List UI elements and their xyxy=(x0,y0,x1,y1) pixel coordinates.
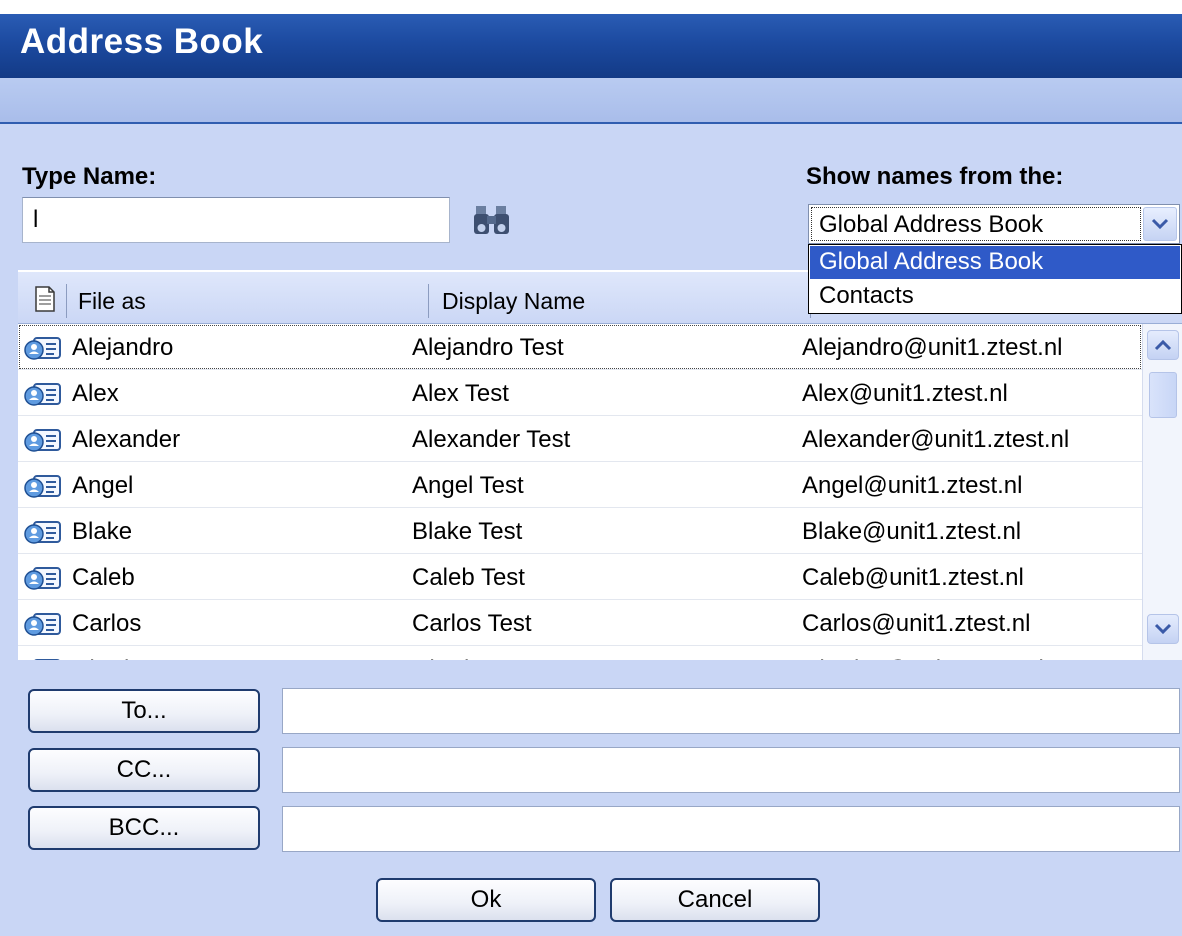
address-source-select[interactable]: Global Address Book xyxy=(808,204,1180,244)
cancel-button[interactable]: Cancel xyxy=(610,878,820,922)
dropdown-option-global-address-book[interactable]: Global Address Book xyxy=(810,246,1180,279)
ok-button[interactable]: Ok xyxy=(376,878,596,922)
cell-file-as: Caleb xyxy=(72,564,135,591)
cell-display-name: Angel Test xyxy=(412,472,524,499)
toolbar-band xyxy=(0,78,1182,124)
table-row[interactable]: Carlos Carlos Test Carlos@unit1.ztest.nl xyxy=(18,600,1142,646)
select-value: Global Address Book xyxy=(819,211,1044,238)
cell-email: Alexander@unit1.ztest.nl xyxy=(802,426,1070,453)
cell-email: Alex@unit1.ztest.nl xyxy=(802,380,1008,407)
table-row[interactable]: Caleb Caleb Test Caleb@unit1.ztest.nl xyxy=(18,554,1142,600)
cell-email: Caleb@unit1.ztest.nl xyxy=(802,564,1024,591)
top-strip xyxy=(0,0,1182,14)
type-name-input[interactable] xyxy=(22,197,450,243)
cell-file-as: Charles xyxy=(72,656,155,660)
cell-display-name: Alejandro Test xyxy=(412,334,564,361)
contact-card-icon xyxy=(24,332,64,364)
contact-card-icon xyxy=(24,470,64,502)
cell-display-name: Alex Test xyxy=(412,380,509,407)
type-name-label: Type Name: xyxy=(22,163,157,190)
cell-display-name: Alexander Test xyxy=(412,426,571,453)
contact-card-icon xyxy=(24,516,64,548)
table-row[interactable]: Alex Alex Test Alex@unit1.ztest.nl xyxy=(18,370,1142,416)
cc-field[interactable] xyxy=(282,747,1180,793)
title-bar: Address Book xyxy=(0,14,1182,78)
cell-file-as: Carlos xyxy=(72,610,142,637)
table-row[interactable]: Angel Angel Test Angel@unit1.ztest.nl xyxy=(18,462,1142,508)
contact-card-icon xyxy=(24,424,64,456)
cell-email: Angel@unit1.ztest.nl xyxy=(802,472,1023,499)
cell-file-as: Alexander xyxy=(72,426,181,453)
bcc-field[interactable] xyxy=(282,806,1180,852)
cell-file-as: Angel xyxy=(72,472,134,499)
scroll-thumb[interactable] xyxy=(1149,372,1177,418)
column-separator[interactable] xyxy=(428,284,429,318)
chevron-down-icon[interactable] xyxy=(1147,614,1179,644)
cell-display-name: Blake Test xyxy=(412,518,523,545)
cell-file-as: Alejandro xyxy=(72,334,174,361)
dropdown-option-contacts[interactable]: Contacts xyxy=(810,280,1180,313)
contact-card-icon xyxy=(24,378,64,410)
cell-email: Charles@unit1.ztest.nl xyxy=(802,656,1044,660)
chevron-down-icon[interactable] xyxy=(1143,207,1177,241)
to-button[interactable]: To... xyxy=(28,689,260,733)
table-row[interactable]: Alejandro Alejandro Test Alejandro@unit1.z… xyxy=(18,324,1142,370)
table-row[interactable]: Alexander Alexander Test Alexander@unit1.z… xyxy=(18,416,1142,462)
contact-card-icon xyxy=(24,562,64,594)
cell-file-as: Blake xyxy=(72,518,133,545)
show-names-label: Show names from the: xyxy=(806,163,1064,190)
vertical-scrollbar[interactable] xyxy=(1142,324,1182,660)
to-field[interactable] xyxy=(282,688,1180,734)
document-icon xyxy=(35,286,55,312)
cell-email: Blake@unit1.ztest.nl xyxy=(802,518,1022,545)
cell-display-name: Charles Test xyxy=(412,656,545,660)
cell-display-name: Carlos Test xyxy=(412,610,532,637)
bcc-button[interactable]: BCC... xyxy=(28,806,260,850)
column-separator[interactable] xyxy=(66,284,67,318)
chevron-up-icon[interactable] xyxy=(1147,330,1179,360)
table-row[interactable]: Blake Blake Test Blake@unit1.ztest.nl xyxy=(18,508,1142,554)
contact-card-icon xyxy=(24,608,64,640)
cell-email: Alejandro@unit1.ztest.nl xyxy=(802,334,1063,361)
cell-file-as: Alex xyxy=(72,380,119,407)
contact-card-icon xyxy=(24,654,64,660)
cell-email: Carlos@unit1.ztest.nl xyxy=(802,610,1031,637)
source-dropdown-list: Global Address Book Contacts xyxy=(808,244,1182,314)
contacts-grid: Alejandro Alejandro Test Alejandro@unit1.z… xyxy=(18,324,1142,660)
cell-display-name: Caleb Test xyxy=(412,564,525,591)
window-title: Address Book xyxy=(20,22,264,61)
column-header-file-as[interactable]: File as xyxy=(78,288,146,315)
binoculars-icon[interactable] xyxy=(472,202,516,238)
table-row[interactable]: Charles Charles Test Charles@unit1.ztest.n… xyxy=(18,646,1142,660)
cc-button[interactable]: CC... xyxy=(28,748,260,792)
column-header-display-name[interactable]: Display Name xyxy=(442,288,585,315)
